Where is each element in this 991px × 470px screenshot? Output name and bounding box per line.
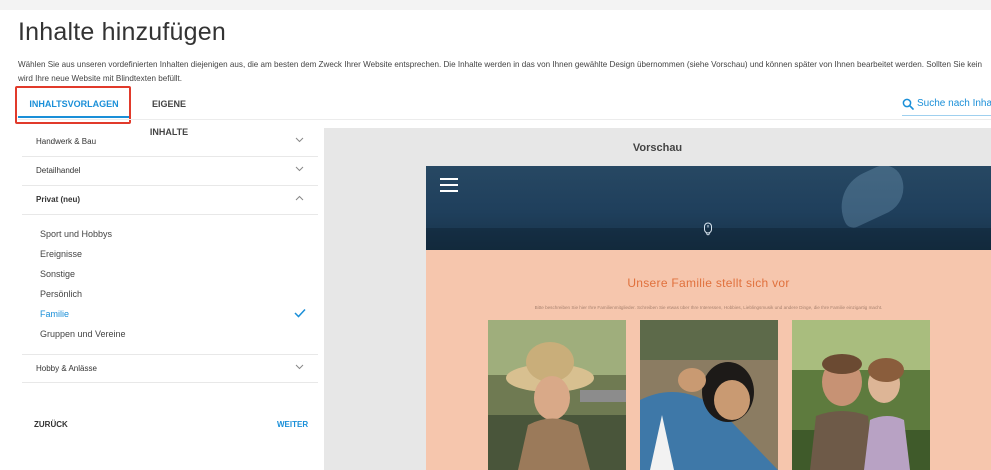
- family-photo-child-lying: [640, 320, 778, 470]
- chevron-down-icon: [295, 166, 304, 172]
- tab-inhaltsvorlagen[interactable]: INHALTSVORLAGEN: [18, 90, 130, 118]
- active-tab-underline: [18, 116, 130, 118]
- category-handwerk-bau[interactable]: Handwerk & Bau: [22, 128, 318, 157]
- page-title: Inhalte hinzufügen: [18, 18, 226, 46]
- family-photo-father-daughter: [792, 320, 930, 470]
- intro-line-2: wird Ihre neue Website mit Blindtexten b…: [18, 74, 183, 83]
- subcategory-sonstige[interactable]: Sonstige: [40, 269, 75, 279]
- scroll-down-icon[interactable]: [703, 222, 713, 236]
- search-label: Suche nach Inhal: [917, 98, 991, 109]
- category-sidebar: Handwerk & Bau Detailhandel Privat (neu)…: [22, 128, 318, 470]
- tab-eigene-inhalte[interactable]: EIGENE INHALTE: [136, 90, 202, 137]
- intro-line-1: Wählen Sie aus unseren vordefinierten In…: [18, 60, 983, 69]
- hamburger-menu-icon[interactable]: [440, 178, 458, 192]
- header-photo-detail: [829, 166, 913, 231]
- tab-inhaltsvorlagen-label: INHALTSVORLAGEN: [29, 99, 119, 109]
- category-detailhandel[interactable]: Detailhandel: [22, 157, 318, 186]
- subcategory-persoenlich[interactable]: Persönlich: [40, 289, 82, 299]
- chevron-up-icon: [295, 195, 304, 201]
- category-label: Hobby & Anlässe: [36, 364, 97, 373]
- chevron-down-icon: [295, 364, 304, 370]
- next-button[interactable]: WEITER: [277, 420, 308, 429]
- family-photo-woman-hat: [488, 320, 626, 470]
- intro-text: Wählen Sie aus unseren vordefinierten In…: [18, 58, 991, 86]
- preview-title: Vorschau: [632, 142, 683, 154]
- back-button[interactable]: ZURÜCK: [34, 420, 68, 429]
- tabs-divider: [18, 119, 991, 120]
- subcategory-sport-und-hobbys[interactable]: Sport und Hobbys: [40, 229, 112, 239]
- category-label: Detailhandel: [36, 166, 81, 175]
- preview-panel: Vorschau Unsere Familie stellt sich vor …: [324, 128, 991, 470]
- subcategory-ereignisse[interactable]: Ereignisse: [40, 249, 82, 259]
- website-preview: Unsere Familie stellt sich vor Bitte bes…: [426, 166, 991, 470]
- site-header-image: [426, 166, 991, 250]
- site-intro-text: Bitte beschreiben Sie hier Ihre Familien…: [534, 305, 883, 310]
- chevron-down-icon: [295, 137, 304, 143]
- checkmark-icon: [294, 308, 306, 318]
- category-label: Handwerk & Bau: [36, 137, 97, 146]
- category-hobby-anlaesse[interactable]: Hobby & Anlässe: [22, 354, 318, 383]
- site-heading: Unsere Familie stellt sich vor: [627, 276, 790, 290]
- category-label: Privat (neu): [36, 195, 81, 204]
- search-icon: [902, 98, 914, 110]
- top-strip: [0, 0, 991, 10]
- category-privat-neu[interactable]: Privat (neu): [22, 186, 318, 215]
- search-link[interactable]: Suche nach Inhal: [902, 96, 991, 116]
- subcategory-familie[interactable]: Familie: [40, 309, 69, 319]
- subcategory-gruppen-und-vereine[interactable]: Gruppen und Vereine: [40, 329, 126, 339]
